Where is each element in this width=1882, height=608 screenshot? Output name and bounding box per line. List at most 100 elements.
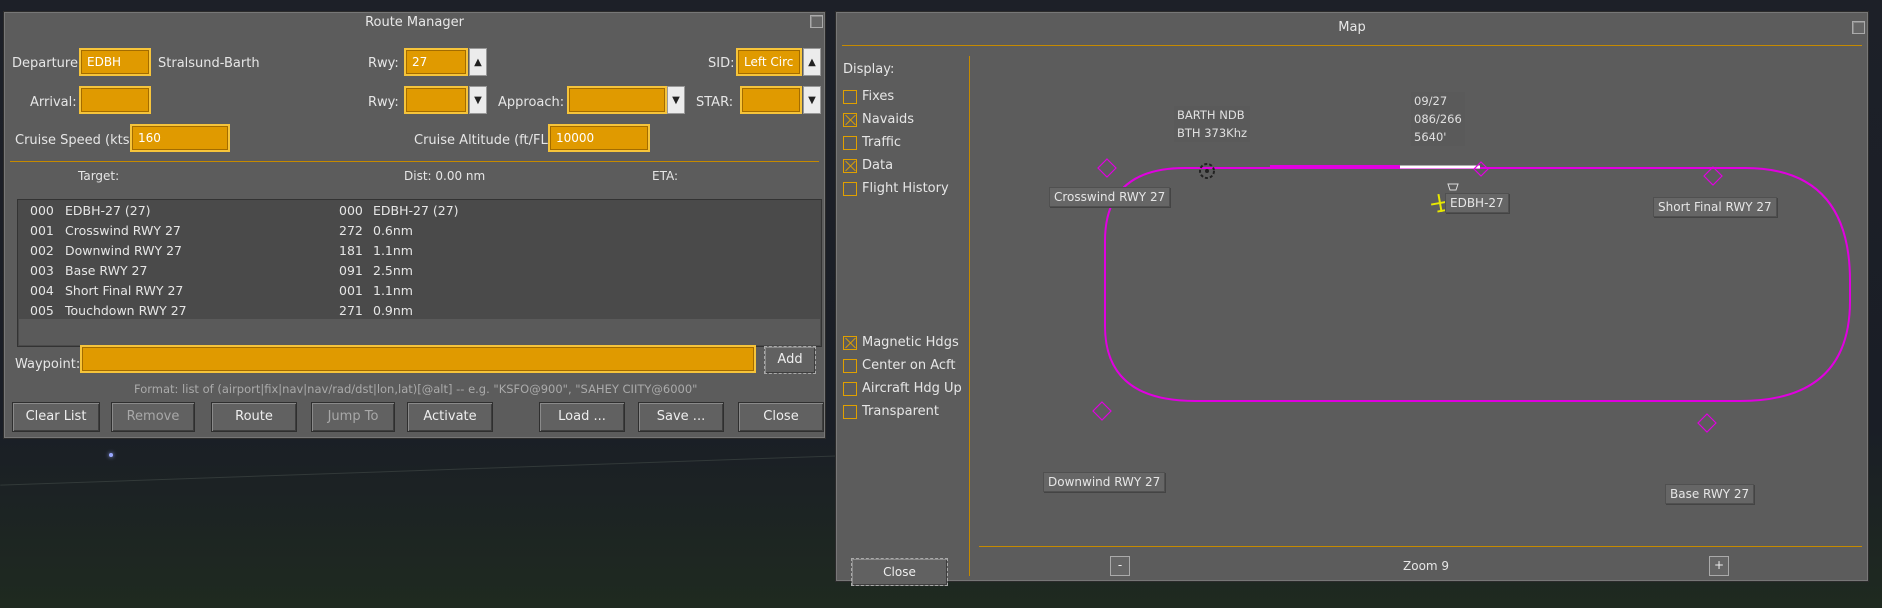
approach-dropdown[interactable]: ▼ (667, 86, 685, 114)
map-canvas[interactable]: BARTH NDB BTH 373Khz 09/27 086/266 5640'… (970, 46, 1868, 546)
base-waypoint-label: Base RWY 27 (1665, 484, 1755, 504)
arrival-rwy-field[interactable] (404, 86, 468, 114)
row-index: 002 (30, 243, 54, 258)
runway-heading: 086/266 (1414, 112, 1462, 126)
cruise-speed-field[interactable]: 160 (130, 124, 230, 152)
waypoint-label: Waypoint: (15, 357, 81, 372)
flight-history-label: Flight History (862, 181, 949, 196)
star-dropdown[interactable]: ▼ (803, 86, 821, 114)
add-waypoint-button[interactable]: Add (764, 346, 816, 374)
runway-designator: 09/27 (1414, 94, 1448, 108)
map-options-panel: Display: Fixes Navaids Traffic Data Flig… (836, 46, 969, 586)
row-index: 000 (30, 203, 54, 218)
departure-field[interactable]: EDBH (79, 48, 151, 76)
row-heading: 181 (339, 243, 363, 258)
row-heading: 000 (339, 203, 363, 218)
arrival-rwy-label: Rwy: (368, 95, 399, 110)
chevron-up-icon: ▲ (474, 56, 482, 68)
list-item[interactable]: 000 EDBH-27 (27) 000 EDBH-27 (27) (18, 201, 821, 221)
traffic-checkbox[interactable] (843, 136, 857, 150)
departure-rwy-field[interactable]: 27 (404, 48, 468, 76)
data-checkbox[interactable] (843, 159, 857, 173)
map-title: Map (1338, 20, 1366, 35)
approach-label: Approach: (498, 95, 565, 110)
activate-button[interactable]: Activate (407, 402, 493, 432)
list-item[interactable]: 003 Base RWY 27 091 2.5nm (18, 261, 821, 281)
traffic-label: Traffic (862, 135, 902, 150)
sid-field[interactable]: Left Circ (736, 48, 802, 76)
airport-marker-icon (1447, 183, 1459, 191)
navaids-checkbox[interactable] (843, 113, 857, 127)
zoom-level-label: Zoom 9 (1403, 559, 1450, 573)
base-waypoint-icon (1697, 413, 1717, 433)
star-field[interactable] (740, 86, 802, 114)
departure-rwy-dropdown[interactable]: ▲ (469, 48, 487, 76)
route-manager-titlebar[interactable]: Route Manager (4, 12, 825, 34)
runway-length: 5640' (1414, 130, 1447, 144)
background-horizon (0, 455, 840, 486)
list-header-target: Target: (78, 169, 120, 183)
map-titlebar[interactable]: Map (836, 12, 1868, 44)
arrival-rwy-dropdown[interactable]: ▼ (469, 86, 487, 114)
map-close-button[interactable]: Close (851, 558, 948, 586)
display-label: Display: (843, 62, 895, 77)
row-heading: 272 (339, 223, 363, 238)
row-name: Crosswind RWY 27 (65, 223, 181, 238)
runway-info-label: 09/27 086/266 5640' (1411, 92, 1465, 146)
cruise-altitude-field[interactable]: 10000 (548, 124, 650, 152)
arrival-label: Arrival: (30, 95, 77, 110)
row-index: 001 (30, 223, 54, 238)
route-manager-divider (10, 161, 819, 162)
magnetic-hdgs-checkbox[interactable] (843, 336, 857, 350)
departure-rwy-label: Rwy: (368, 56, 399, 71)
route-waypoint-list[interactable]: 000 EDBH-27 (27) 000 EDBH-27 (27) 001 Cr… (17, 199, 822, 347)
sid-dropdown[interactable]: ▲ (803, 48, 821, 76)
star-label: STAR: (696, 95, 734, 110)
transparent-checkbox[interactable] (843, 405, 857, 419)
clear-list-button[interactable]: Clear List (12, 402, 100, 432)
chevron-up-icon: ▲ (808, 56, 816, 68)
row-info: 0.9nm (373, 303, 413, 318)
load-button[interactable]: Load ... (539, 402, 625, 432)
center-on-acft-label: Center on Acft (862, 358, 956, 373)
route-manager-close-icon[interactable] (810, 15, 823, 28)
save-button[interactable]: Save ... (638, 402, 724, 432)
center-on-acft-checkbox[interactable] (843, 359, 857, 373)
list-item[interactable]: 001 Crosswind RWY 27 272 0.6nm (18, 221, 821, 241)
list-item[interactable]: 004 Short Final RWY 27 001 1.1nm (18, 281, 821, 301)
row-name: Base RWY 27 (65, 263, 148, 278)
arrival-field[interactable] (79, 86, 151, 114)
map-window: Map Display: Fixes Navaids Traffic Data … (835, 11, 1869, 586)
departure-label: Departure: (12, 56, 83, 71)
row-heading: 001 (339, 283, 363, 298)
jump-to-button[interactable]: Jump To (311, 402, 395, 432)
remove-button[interactable]: Remove (111, 402, 195, 432)
waypoint-input[interactable] (80, 345, 756, 373)
navaids-label: Navaids (862, 112, 914, 127)
crosswind-waypoint-label: Crosswind RWY 27 (1049, 187, 1171, 207)
magnetic-hdgs-label: Magnetic Hdgs (862, 335, 959, 350)
row-info: 0.6nm (373, 223, 413, 238)
row-heading: 091 (339, 263, 363, 278)
route-manager-title: Route Manager (365, 15, 464, 30)
list-item[interactable]: 002 Downwind RWY 27 181 1.1nm (18, 241, 821, 261)
sid-label: SID: (708, 56, 735, 71)
map-close-icon[interactable] (1852, 21, 1865, 34)
approach-field[interactable] (567, 86, 667, 114)
close-button[interactable]: Close (738, 402, 824, 432)
departure-airport-name: Stralsund-Barth (158, 56, 260, 71)
flight-history-checkbox[interactable] (843, 182, 857, 196)
chevron-down-icon: ▼ (474, 94, 482, 106)
row-index: 004 (30, 283, 54, 298)
chevron-down-icon: ▼ (808, 94, 816, 106)
ndb-name: BARTH NDB (1177, 108, 1245, 122)
fixes-checkbox[interactable] (843, 90, 857, 104)
zoom-in-button[interactable]: + (1709, 556, 1729, 576)
downwind-waypoint-label: Downwind RWY 27 (1043, 472, 1166, 492)
zoom-out-button[interactable]: - (1110, 556, 1130, 576)
aircraft-hdg-up-checkbox[interactable] (843, 382, 857, 396)
list-item[interactable]: 005 Touchdown RWY 27 271 0.9nm (18, 301, 821, 321)
row-index: 003 (30, 263, 54, 278)
route-button[interactable]: Route (211, 402, 297, 432)
ndb-info-label: BARTH NDB BTH 373Khz (1174, 106, 1251, 142)
